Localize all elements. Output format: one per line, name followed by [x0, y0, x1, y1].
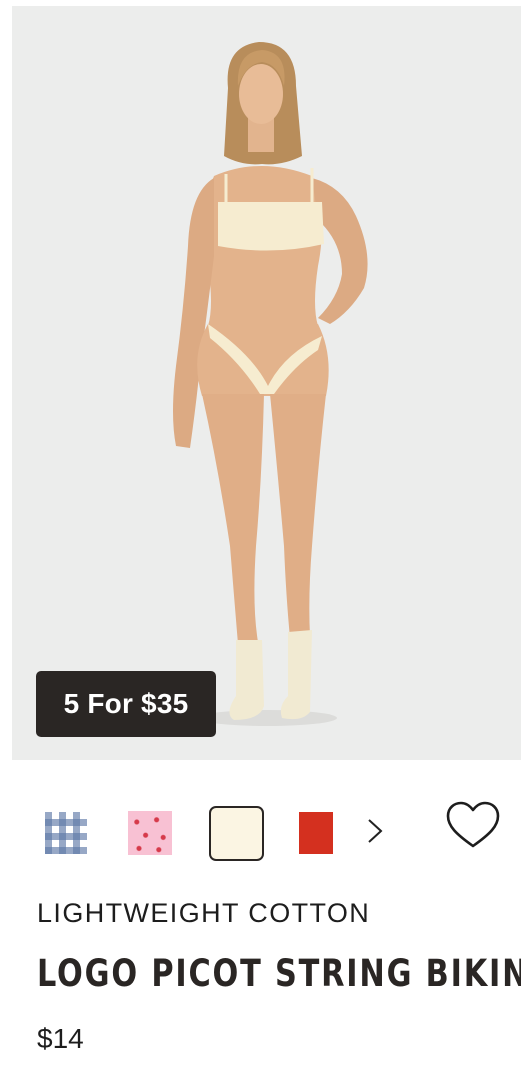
product-image[interactable] — [12, 6, 521, 760]
heart-outline-icon[interactable] — [444, 800, 502, 852]
product-price: $14 — [37, 1023, 84, 1054]
model-illustration — [173, 42, 368, 726]
swatch-red[interactable] — [299, 812, 333, 854]
swatch-cream-selected[interactable] — [209, 806, 264, 861]
chevron-right-icon[interactable] — [362, 814, 388, 848]
swatch-pink-heart-print[interactable] — [128, 811, 172, 855]
promo-badge: 5 For $35 — [36, 671, 216, 737]
color-swatches — [0, 800, 521, 862]
product-title[interactable]: LOGO PICOT STRING BIKINI — [37, 952, 521, 995]
product-subtitle: LIGHTWEIGHT COTTON — [37, 898, 371, 928]
swatch-blue-gingham[interactable] — [45, 812, 87, 854]
